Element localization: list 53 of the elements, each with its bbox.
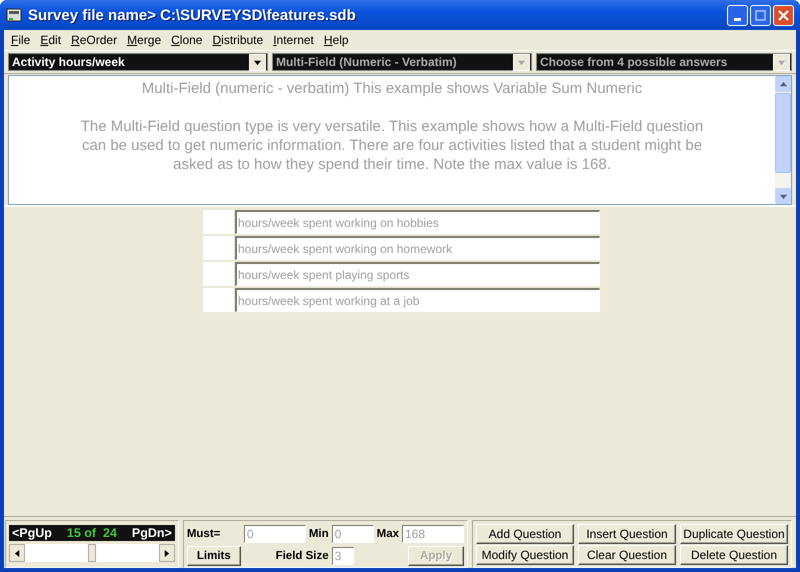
number-box	[203, 288, 234, 312]
number-box	[203, 210, 234, 234]
question-button[interactable]: Insert Question	[578, 524, 676, 544]
maximize-icon	[755, 10, 766, 20]
input-field[interactable]: hours/week spent working on homework	[235, 236, 600, 260]
question-title: Multi-Field (numeric - verbatim) This example shows Variable Sum Numeric	[142, 79, 642, 98]
caret-icon	[518, 58, 525, 66]
minimize-button[interactable]	[727, 4, 748, 26]
input-field[interactable]: hours/week spent playing sports	[235, 262, 600, 286]
page-total: 24	[103, 526, 117, 540]
menu-item[interactable]: Help	[318, 33, 354, 47]
must-label: Must=	[186, 528, 222, 540]
up-arrow-icon	[780, 80, 786, 88]
menu-item[interactable]: Edit	[35, 33, 66, 47]
menu-item[interactable]: File	[6, 33, 36, 47]
max-label: Max	[376, 528, 399, 540]
input-field[interactable]: hours/week spent working on hobbies	[235, 210, 600, 234]
field-size-label: Field Size	[276, 550, 329, 562]
down-arrow-icon	[780, 192, 786, 200]
menu-item[interactable]: Internet	[268, 33, 319, 47]
close-button[interactable]	[773, 4, 794, 26]
min-label: Min	[308, 528, 329, 540]
menu-item[interactable]: Clone	[166, 33, 208, 47]
limits-button[interactable]: Limits	[186, 546, 241, 566]
number-box	[203, 262, 234, 286]
menu-item[interactable]: ReOrder	[66, 33, 122, 47]
question-button[interactable]: Add Question	[476, 524, 574, 544]
minimize-icon	[734, 18, 741, 20]
question-button[interactable]: Clear Question	[578, 545, 676, 565]
caret-icon	[778, 58, 785, 66]
number-box	[203, 236, 234, 260]
page-up-link[interactable]: <PgUp	[12, 526, 52, 540]
page-position: 15 of	[66, 526, 96, 540]
question-button[interactable]: Duplicate Question	[680, 524, 788, 544]
left-arrow-icon	[14, 550, 20, 556]
scrollbar[interactable]	[775, 76, 791, 204]
question-text: The Multi-Field question type is very versatile. This example shows how a Multi-Field question can be used to get numeric information. There are four activities listed that a student might be asked as to how they spend their time. Note the max value is 168.	[80, 117, 704, 174]
caret-icon	[254, 58, 261, 66]
question-button[interactable]: Modify Question	[476, 545, 574, 565]
menu-item[interactable]: Distribute	[207, 33, 268, 47]
horizontal-scrollbar[interactable]	[9, 544, 175, 562]
scrollbar-thumb[interactable]	[88, 544, 96, 562]
page-down-link[interactable]: PgDn>	[132, 526, 172, 540]
dropdown[interactable]: Activity hours/week	[8, 53, 268, 71]
app-icon	[6, 7, 22, 23]
maximize-button[interactable]	[750, 4, 771, 26]
menu-item[interactable]: Merge	[122, 33, 166, 47]
right-arrow-icon	[163, 550, 170, 556]
input-field[interactable]: hours/week spent working at a job	[235, 288, 600, 312]
scrollbar-thumb[interactable]	[775, 93, 791, 173]
window-title: Survey file name> C:\SURVEYSD\features.sdb	[28, 6, 357, 24]
question-button[interactable]: Delete Question	[680, 545, 788, 565]
close-icon	[778, 10, 789, 20]
